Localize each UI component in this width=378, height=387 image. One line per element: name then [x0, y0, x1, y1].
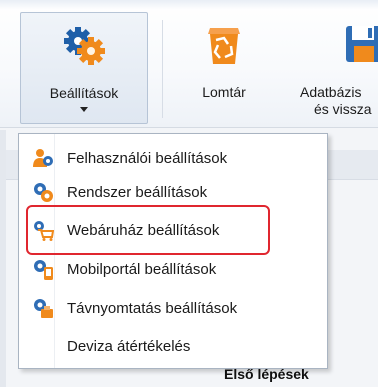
ribbon-separator [162, 20, 163, 118]
menu-item-system-settings[interactable]: Rendszer beállítások [19, 176, 327, 208]
highlight-annotation [26, 205, 270, 255]
menu-item-label: Deviza átértékelés [67, 337, 191, 355]
ribbon-top-strip [0, 0, 378, 10]
menu-item-mobile-portal-settings[interactable]: Mobilportál beállítások [19, 253, 327, 285]
database-save-icon [346, 26, 378, 62]
database-button-label: Adatbázis [300, 84, 362, 100]
menu-item-label: Felhasználói beállítások [67, 149, 228, 167]
database-button[interactable]: Adatbázis és vissza [292, 12, 378, 124]
database-button-label-line2: és vissza [314, 101, 372, 117]
recycle-bin-icon [208, 28, 240, 64]
menu-item-currency-revaluation[interactable]: Deviza átértékelés [19, 330, 327, 362]
menu-item-label: Rendszer beállítások [67, 183, 208, 201]
remote-print-icon [34, 299, 53, 318]
menu-item-remote-print-settings[interactable]: Távnyomtatás beállítások [19, 292, 327, 324]
dropdown-arrow-icon [80, 107, 88, 112]
left-panel-edge [0, 130, 6, 387]
menu-item-user-settings[interactable]: Felhasználói beállítások [19, 142, 327, 174]
gear-orange-icon [64, 27, 105, 65]
recycle-bin-button[interactable]: Lomtár [176, 12, 272, 124]
recycle-bin-label: Lomtár [202, 84, 246, 100]
settings-button-label: Beállítások [49, 85, 119, 101]
settings-button[interactable]: Beállítások [20, 12, 148, 124]
users-gear-icon [33, 149, 53, 167]
mobile-portal-icon [34, 260, 53, 280]
ribbon: Beállítások Lomtár Adatbázis és vissza [0, 0, 378, 128]
menu-item-label: Mobilportál beállítások [67, 260, 217, 278]
menu-item-label: Távnyomtatás beállítások [67, 299, 238, 317]
system-gear-icon [34, 183, 53, 202]
